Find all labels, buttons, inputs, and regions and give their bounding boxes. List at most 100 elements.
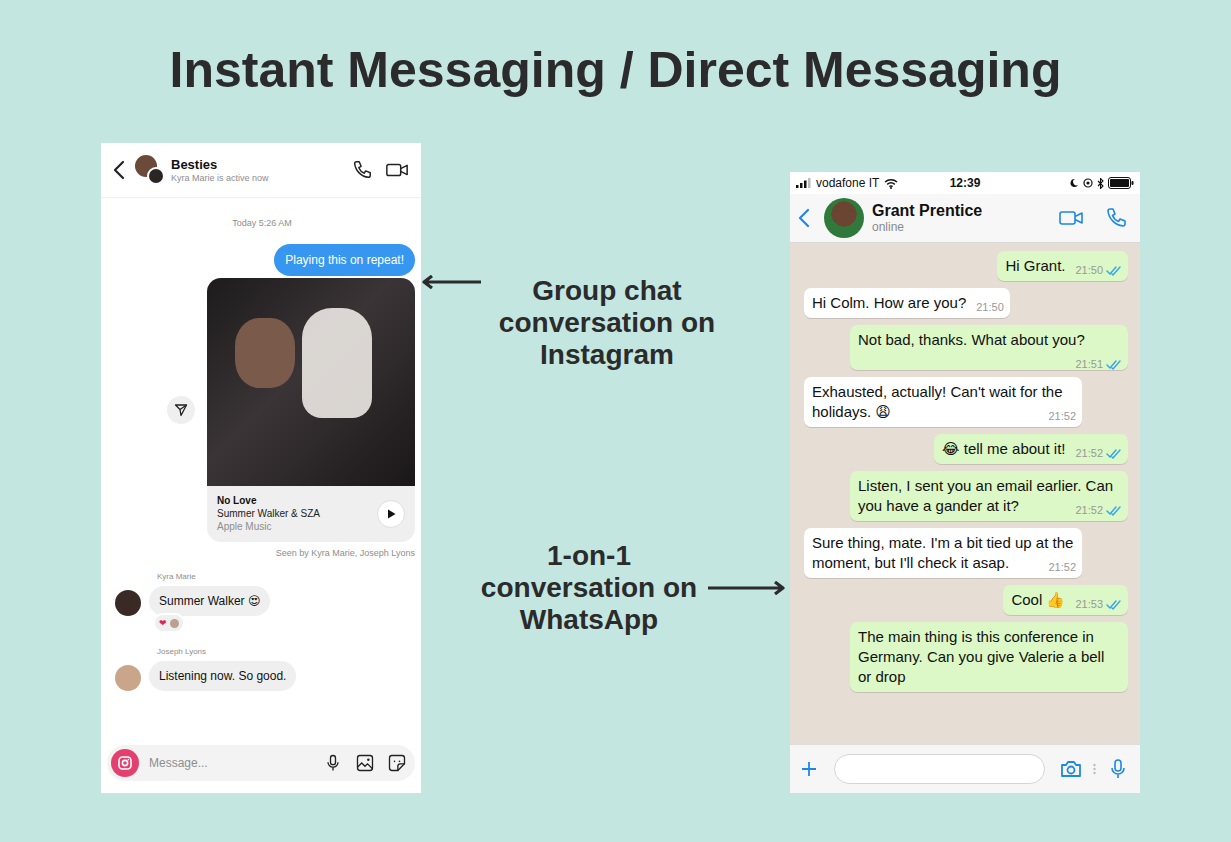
message-meta: 21:52 xyxy=(1048,409,1076,423)
contact-avatar[interactable] xyxy=(824,198,864,238)
signal-icon xyxy=(796,178,812,188)
arrow-left-icon xyxy=(421,275,483,289)
message-text: Not bad, thanks. What about you? xyxy=(858,331,1085,348)
sent-message: Cool 👍21:53 xyxy=(1003,585,1128,615)
message-meta: 21:52 xyxy=(1075,446,1122,460)
caption-text: Group chatconversation onInstagram xyxy=(487,275,727,371)
camera-icon[interactable] xyxy=(1059,757,1083,781)
microphone-icon[interactable] xyxy=(1106,757,1130,781)
message-time: 21:52 xyxy=(1048,560,1076,574)
chat-header: Grant Prenticeonline xyxy=(790,194,1140,243)
wifi-icon xyxy=(884,178,898,189)
paper-plane-icon[interactable] xyxy=(174,403,188,417)
input-bar xyxy=(790,744,1140,793)
message-input[interactable] xyxy=(147,755,323,771)
message-row: Summer Walker 😍 xyxy=(109,586,415,616)
status-left: vodafone IT xyxy=(796,176,950,190)
moon-icon xyxy=(1069,178,1079,188)
sender-avatar xyxy=(115,590,141,616)
gallery-icon[interactable] xyxy=(355,753,375,773)
active-status: Kyra Marie is active now xyxy=(171,172,269,184)
video-icon[interactable] xyxy=(1058,205,1084,231)
message-time: 21:52 xyxy=(1075,446,1103,460)
phone-icon[interactable] xyxy=(1104,206,1128,230)
reactions[interactable]: ❤ xyxy=(153,613,185,633)
double-tick-icon xyxy=(1106,505,1122,516)
bluetooth-icon xyxy=(1097,178,1104,189)
group-name: Besties xyxy=(171,157,269,172)
seen-receipt: Seen by Kyra Marie, Joseph Lyons xyxy=(109,548,415,558)
video-icon[interactable] xyxy=(385,158,409,182)
video-icon[interactable] xyxy=(385,158,409,182)
message-meta: 21:50 xyxy=(1075,263,1122,277)
phone-icon[interactable] xyxy=(351,159,373,181)
instagram-messages: Today 5:26 AMPlaying this on repeat!No L… xyxy=(101,198,421,745)
track-artist: Summer Walker & SZA xyxy=(217,507,377,520)
member-avatar xyxy=(147,167,165,185)
sticker-icon[interactable] xyxy=(387,753,407,773)
received-message: Hi Colm. How are you?21:50 xyxy=(804,288,1010,318)
sent-message: Playing this on repeat! xyxy=(274,244,415,276)
contact-name: Grant Prentice xyxy=(872,201,982,220)
message-time: 21:52 xyxy=(1048,409,1076,423)
back-arrow-icon[interactable] xyxy=(798,208,810,228)
gallery-icon[interactable] xyxy=(355,753,375,773)
message-meta: 21:50 xyxy=(976,300,1004,314)
double-tick-icon xyxy=(1106,505,1122,516)
double-tick-icon xyxy=(1106,448,1122,459)
plus-icon[interactable] xyxy=(800,760,818,778)
message-field[interactable] xyxy=(834,754,1045,784)
sticker-icon[interactable] xyxy=(387,753,407,773)
received-message: Exhausted, actually! Can't wait for the … xyxy=(804,377,1082,427)
microphone-icon[interactable] xyxy=(323,753,343,773)
content-row: BestiesKyra Marie is active now Today 5:2… xyxy=(0,143,1231,793)
sent-message: The main thing is this conference in Ger… xyxy=(850,622,1128,692)
wifi-icon xyxy=(884,178,898,189)
back-arrow-icon[interactable] xyxy=(113,160,125,180)
back-arrow-icon[interactable] xyxy=(113,160,125,180)
shared-track-row: No LoveSummer Walker & SZAApple Music xyxy=(109,278,415,542)
play-icon[interactable] xyxy=(385,508,397,520)
play-icon[interactable] xyxy=(385,508,397,520)
instagram-header: BestiesKyra Marie is active now xyxy=(101,143,421,198)
captions: Group chatconversation onInstagram1-on-1… xyxy=(421,143,790,793)
message-time: 21:50 xyxy=(976,300,1004,314)
microphone-icon[interactable] xyxy=(323,753,343,773)
message-time: 21:50 xyxy=(1075,263,1103,277)
message-text: Cool 👍 xyxy=(1011,591,1065,608)
plus-icon[interactable] xyxy=(800,760,818,778)
paper-plane-icon[interactable] xyxy=(174,403,188,417)
camera-button[interactable] xyxy=(111,749,139,777)
arrow-right-icon xyxy=(706,581,786,595)
sender-name: Kyra Marie xyxy=(157,572,415,582)
back-arrow-icon[interactable] xyxy=(798,208,810,228)
caption-line: Group chat xyxy=(487,275,727,307)
music-card[interactable]: No LoveSummer Walker & SZAApple Music xyxy=(207,278,415,542)
camera-icon[interactable] xyxy=(117,755,133,771)
battery-icon xyxy=(1108,177,1134,189)
caption-line: WhatsApp xyxy=(472,604,706,636)
group-avatar xyxy=(135,155,165,185)
double-tick-icon xyxy=(1106,265,1122,276)
reaction: ❤ xyxy=(159,617,167,629)
message-text: Hi Grant. xyxy=(1005,257,1065,274)
play-button[interactable] xyxy=(377,500,405,528)
phone-icon[interactable] xyxy=(1104,206,1128,230)
camera-icon[interactable] xyxy=(1059,757,1083,781)
message-meta: 21:52 xyxy=(1048,560,1076,574)
chat-title: BestiesKyra Marie is active now xyxy=(171,157,269,184)
phone-icon[interactable] xyxy=(351,159,373,181)
share-button[interactable] xyxy=(167,396,195,424)
message-text: Listen, I sent you an email earlier. Can… xyxy=(858,477,1113,514)
caption-line: Instagram xyxy=(487,339,727,371)
rotation-lock-icon xyxy=(1083,178,1093,188)
contact-info[interactable]: Grant Prenticeonline xyxy=(872,201,982,235)
camera-icon[interactable] xyxy=(117,755,133,771)
received-message: Sure thing, mate. I'm a bit tied up at t… xyxy=(804,528,1082,578)
message-list: Hi Grant.21:50Hi Colm. How are you?21:50… xyxy=(790,243,1140,744)
microphone-icon[interactable] xyxy=(1106,757,1130,781)
video-icon[interactable] xyxy=(1058,205,1084,231)
sent-message: Not bad, thanks. What about you?21:51 xyxy=(850,325,1128,370)
message-time: 21:52 xyxy=(1075,503,1103,517)
rotation-lock-icon xyxy=(1083,178,1093,188)
